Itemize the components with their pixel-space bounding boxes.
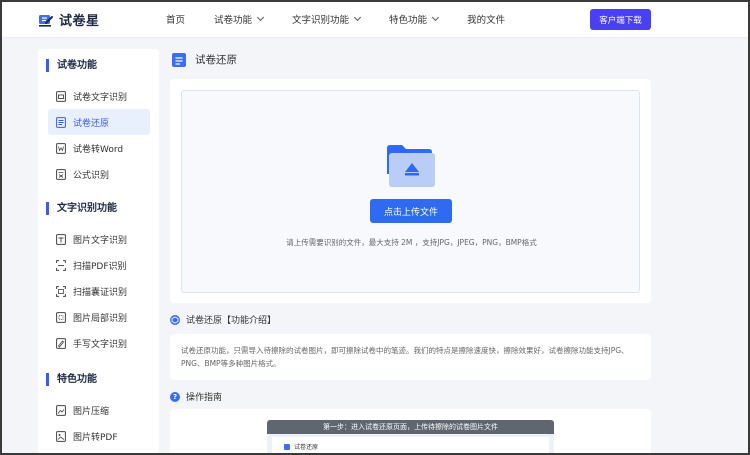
nav-exam-functions-label: 试卷功能 [214, 15, 253, 26]
page-header: 试卷还原 [172, 52, 237, 67]
intro-card: 试卷还原功能，只需导入待擦除的试卷图片，即可擦除试卷中的笔迹。我们的特点是擦除速… [170, 334, 651, 380]
sidebar-item-label: 手写文字识别 [73, 339, 128, 350]
guide-heading-text: 操作指南 [186, 393, 223, 403]
exam-restore-icon [284, 443, 290, 450]
guide-step1-banner: 第一步：进入试卷还原页面，上传待擦除的试卷图片文件 [267, 420, 554, 434]
intro-heading-text: 试卷还原【功能介绍】 [186, 316, 277, 326]
nav-home-label: 首页 [166, 15, 186, 26]
exam-restore-icon [172, 52, 186, 67]
sidebar-item-id-ocr[interactable]: 扫描囊证识别 [48, 278, 150, 304]
sidebar-item-image-to-pdf[interactable]: 图片转PDF [48, 423, 150, 449]
upload-dropzone[interactable]: 点击上传文件 请上传需要识别的文件，最大支持 2M ，支持JPG，JPEG，PN… [181, 90, 640, 293]
sidebar-item-exam-to-word[interactable]: 试卷转Word [48, 135, 150, 161]
chevron-down-icon [256, 13, 265, 22]
sidebar-item-exam-restore[interactable]: 试卷还原 [48, 109, 150, 135]
intro-body: 试卷还原功能，只需导入待擦除的试卷图片，即可擦除试卷中的笔迹。我们的特点是擦除速… [181, 346, 629, 368]
scan-card-icon [56, 285, 66, 297]
client-download-button[interactable]: 客户端下载 [590, 9, 651, 30]
upload-card: 点击上传文件 请上传需要识别的文件，最大支持 2M ，支持JPG，JPEG，PN… [170, 79, 651, 303]
list-document-icon [56, 116, 66, 128]
nav-my-files-label: 我的文件 [467, 15, 506, 26]
handwriting-icon [56, 337, 66, 349]
image-pdf-icon [56, 430, 66, 442]
image-text-icon [56, 233, 66, 245]
sidebar-item-image-compress[interactable]: 图片压缩 [48, 397, 150, 423]
sidebar-section-exam: 试卷功能 [46, 59, 97, 72]
sidebar-item-exam-ocr[interactable]: 试卷文字识别 [48, 83, 150, 109]
logo-icon [38, 12, 54, 28]
sidebar-item-label: 图片文字识别 [73, 235, 128, 246]
image-compress-icon [56, 404, 66, 416]
sidebar-item-partial-ocr[interactable]: 图片局部识别 [48, 304, 150, 330]
guide-screenshot: 第一步：进入试卷还原页面，上传待擦除的试卷图片文件 试卷还原 [267, 420, 554, 455]
page-title: 试卷还原 [195, 54, 237, 66]
question-icon: ? [170, 391, 180, 402]
nav-exam-functions[interactable]: 试卷功能 [214, 12, 265, 26]
nav-special-functions[interactable]: 特色功能 [389, 12, 440, 26]
scan-pdf-icon [56, 259, 66, 271]
sidebar-item-pdf-ocr[interactable]: 扫描PDF识别 [48, 252, 150, 278]
nav-ocr-functions[interactable]: 文字识别功能 [292, 12, 362, 26]
guide-screenshot-content: 试卷还原 [272, 437, 549, 455]
upload-folder-icon [385, 144, 437, 188]
sidebar: 试卷功能 试卷文字识别 试卷还原 试卷转Word 公式识别 文字识别功能 图片文… [38, 49, 159, 455]
sidebar-section-ocr: 文字识别功能 [46, 202, 117, 215]
brand-name: 试卷星 [59, 14, 100, 29]
sidebar-item-formula-ocr[interactable]: 公式识别 [48, 161, 150, 187]
sidebar-item-label: 图片转PDF [73, 432, 118, 443]
nav-home[interactable]: 首页 [166, 12, 185, 26]
guide-card: 第一步：进入试卷还原页面，上传待擦除的试卷图片文件 试卷还原 [170, 409, 651, 455]
upload-hint: 请上传需要识别的文件，最大支持 2M ，支持JPG，JPEG，PNG，BMP格式 [286, 238, 537, 247]
sidebar-item-label: 图片局部识别 [73, 313, 128, 324]
nav-special-functions-label: 特色功能 [389, 15, 428, 26]
word-doc-icon [56, 142, 66, 154]
sidebar-item-label: 图片压缩 [73, 406, 110, 417]
sidebar-item-label: 扫描PDF识别 [73, 261, 127, 272]
crop-icon [56, 311, 66, 323]
upload-file-button[interactable]: 点击上传文件 [370, 199, 452, 223]
top-navbar: 试卷星 首页 试卷功能 文字识别功能 特色功能 我的文件 客户端下载 [0, 0, 750, 38]
guide-heading: ? 操作指南 [170, 390, 222, 403]
sidebar-item-label: 扫描囊证识别 [73, 287, 128, 298]
brand-logo[interactable]: 试卷星 [38, 10, 100, 29]
sidebar-item-image-ocr[interactable]: 图片文字识别 [48, 226, 150, 252]
document-icon [56, 90, 66, 102]
sidebar-section-special: 特色功能 [46, 373, 97, 386]
sidebar-item-handwriting-ocr[interactable]: 手写文字识别 [48, 330, 150, 356]
guide-inner-title: 试卷还原 [294, 444, 319, 451]
chevron-down-icon [354, 13, 362, 22]
main-nav: 首页 试卷功能 文字识别功能 特色功能 我的文件 [166, 0, 505, 38]
intro-heading: 试卷还原【功能介绍】 [170, 313, 276, 326]
guide-inner-label: 试卷还原 [284, 442, 318, 451]
formula-icon [56, 168, 66, 180]
sidebar-item-label: 试卷文字识别 [73, 92, 128, 103]
chevron-down-icon [432, 13, 440, 22]
nav-ocr-functions-label: 文字识别功能 [292, 15, 350, 26]
cube-icon [170, 314, 180, 325]
sidebar-item-label: 试卷转Word [73, 144, 124, 155]
sidebar-item-label: 试卷还原 [73, 118, 110, 129]
nav-my-files[interactable]: 我的文件 [467, 12, 505, 26]
sidebar-item-label: 公式识别 [73, 170, 110, 181]
